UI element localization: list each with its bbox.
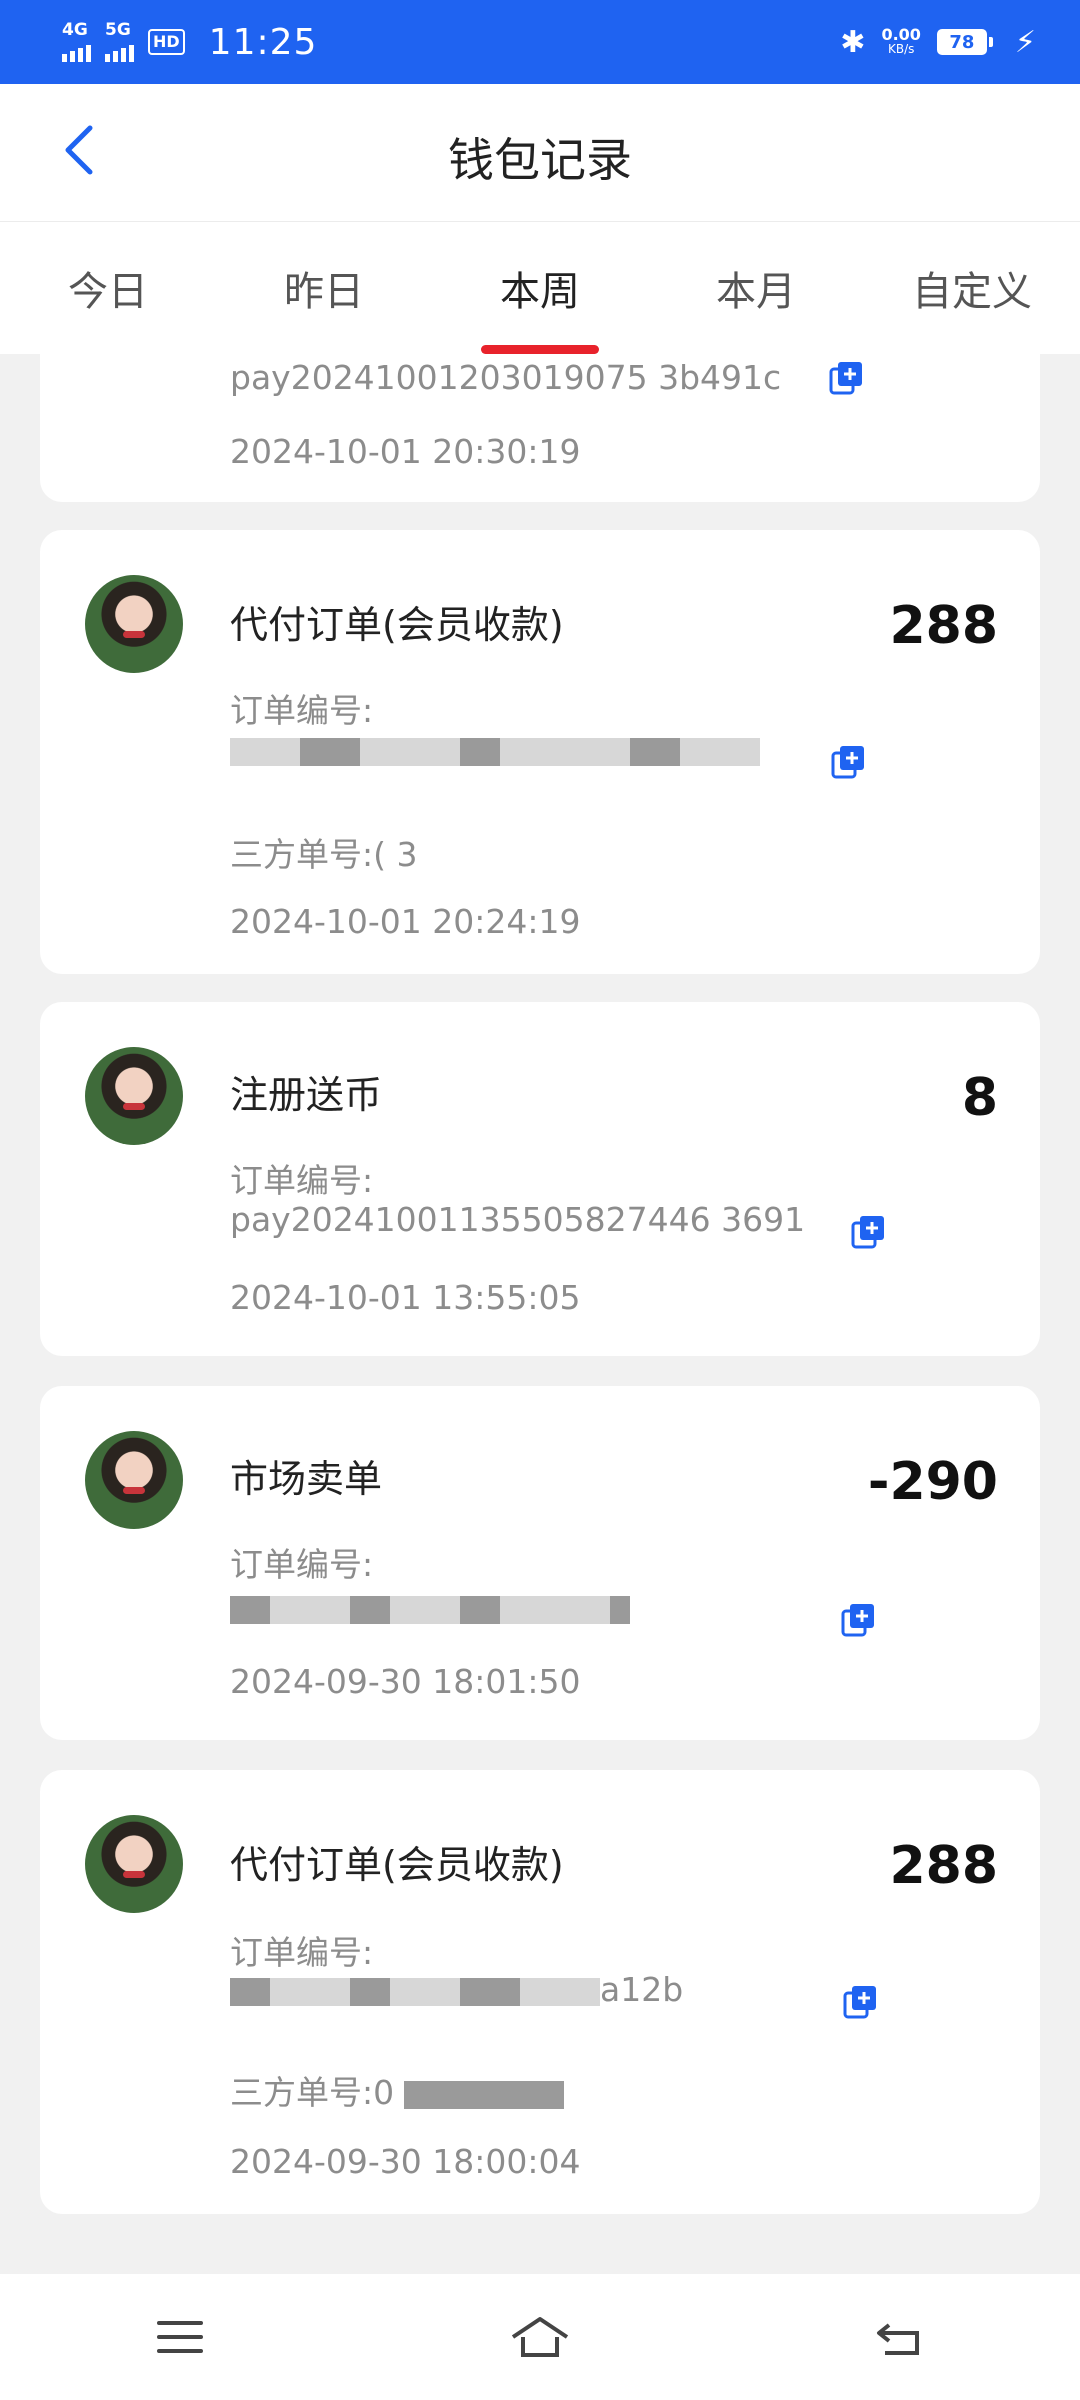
system-nav-bar [0, 2274, 1080, 2400]
record-date: 2024-09-30 18:01:50 [230, 1662, 581, 1701]
record-date: 2024-10-01 13:55:05 [230, 1278, 581, 1317]
third-party-label: 三方单号: [230, 2073, 374, 2112]
app-header: 钱包记录 [0, 84, 1080, 222]
order-number-label: 订单编号: [230, 1933, 374, 1972]
avatar [85, 1815, 183, 1913]
status-bar: 4G 5G HD 11:25 ✱ 0.00 KB/s 78 ⚡ [0, 0, 1080, 84]
page-title: 钱包记录 [448, 133, 632, 187]
menu-icon[interactable] [145, 2307, 215, 2367]
third-party-value: 0 [373, 2073, 395, 2112]
copy-icon[interactable] [842, 1984, 878, 2020]
third-party-label: 三方单号: [230, 835, 374, 874]
tab-this-month[interactable]: 本月 [648, 222, 864, 354]
order-number-label: 订单编号: [230, 691, 374, 730]
status-time: 11:25 [208, 21, 318, 63]
record-card: 注册送币 8 订单编号: pay20241001135505827446 369… [40, 1002, 1040, 1356]
tab-yesterday[interactable]: 昨日 [216, 222, 432, 354]
third-party-number: 三方单号:( 3 [230, 828, 418, 876]
record-date: 2024-10-01 20:24:19 [230, 902, 581, 941]
record-date: 2024-10-01 20:30:19 [230, 432, 581, 471]
network-speed: 0.00 KB/s [881, 25, 921, 57]
hd-voice-icon: HD [148, 29, 185, 55]
tab-this-week[interactable]: 本周 [432, 222, 648, 354]
period-tabs: 今日 昨日 本周 本月 自定义 [0, 222, 1080, 354]
copy-icon[interactable] [850, 1214, 886, 1250]
charging-icon: ⚡ [1014, 24, 1036, 60]
record-amount: -290 [867, 1452, 998, 1512]
wallet-record-list[interactable]: pay20241001203019075 3b491c 2024-10-01 2… [0, 354, 1080, 2274]
home-icon[interactable] [505, 2307, 575, 2367]
copy-icon[interactable] [828, 360, 864, 396]
order-number: pay20241001203019075 3b491c [230, 358, 782, 397]
record-date: 2024-09-30 18:00:04 [230, 2142, 581, 2181]
record-amount: 288 [889, 1836, 998, 1896]
avatar [85, 575, 183, 673]
tab-today[interactable]: 今日 [0, 222, 216, 354]
copy-icon[interactable] [840, 1602, 876, 1638]
order-number: pay20241001135505827446 3691 [230, 1200, 806, 1239]
order-number-redacted [230, 1588, 630, 1627]
signal-4g-icon: 4G [62, 20, 91, 62]
tab-custom[interactable]: 自定义 [864, 222, 1080, 354]
battery-icon: 78 [936, 29, 993, 55]
record-title: 代付订单(会员收款) [230, 603, 564, 647]
record-title: 代付订单(会员收款) [230, 1843, 564, 1887]
record-card: 代付订单(会员收款) 288 订单编号: 三方单号:( 3 2024-10-01… [40, 530, 1040, 974]
signal-5g-icon: 5G [105, 20, 134, 62]
third-party-value: ( 3 [373, 835, 418, 874]
order-number-label: 订单编号: [230, 1161, 374, 1200]
back-icon[interactable] [865, 2307, 935, 2367]
record-title: 市场卖单 [230, 1457, 383, 1501]
third-party-number: 三方单号:0 [230, 2066, 565, 2114]
record-card: 代付订单(会员收款) 288 订单编号: a12b 三方单号:0 2024-09… [40, 1770, 1040, 2214]
record-card: 市场卖单 -290 订单编号: 2024-09-30 18:01:50 [40, 1386, 1040, 1740]
copy-icon[interactable] [830, 744, 866, 780]
record-amount: 288 [889, 596, 998, 656]
avatar [85, 1047, 183, 1145]
record-title: 注册送币 [230, 1073, 383, 1117]
order-number-label: 订单编号: [230, 1545, 374, 1584]
order-number-suffix: a12b [600, 1970, 684, 2009]
record-amount: 8 [961, 1068, 998, 1128]
order-number-redacted [230, 730, 760, 769]
order-number-redacted: a12b [230, 1970, 683, 2009]
record-card: pay20241001203019075 3b491c 2024-10-01 2… [40, 354, 1040, 502]
bluetooth-icon: ✱ [840, 24, 866, 60]
avatar [85, 1431, 183, 1529]
